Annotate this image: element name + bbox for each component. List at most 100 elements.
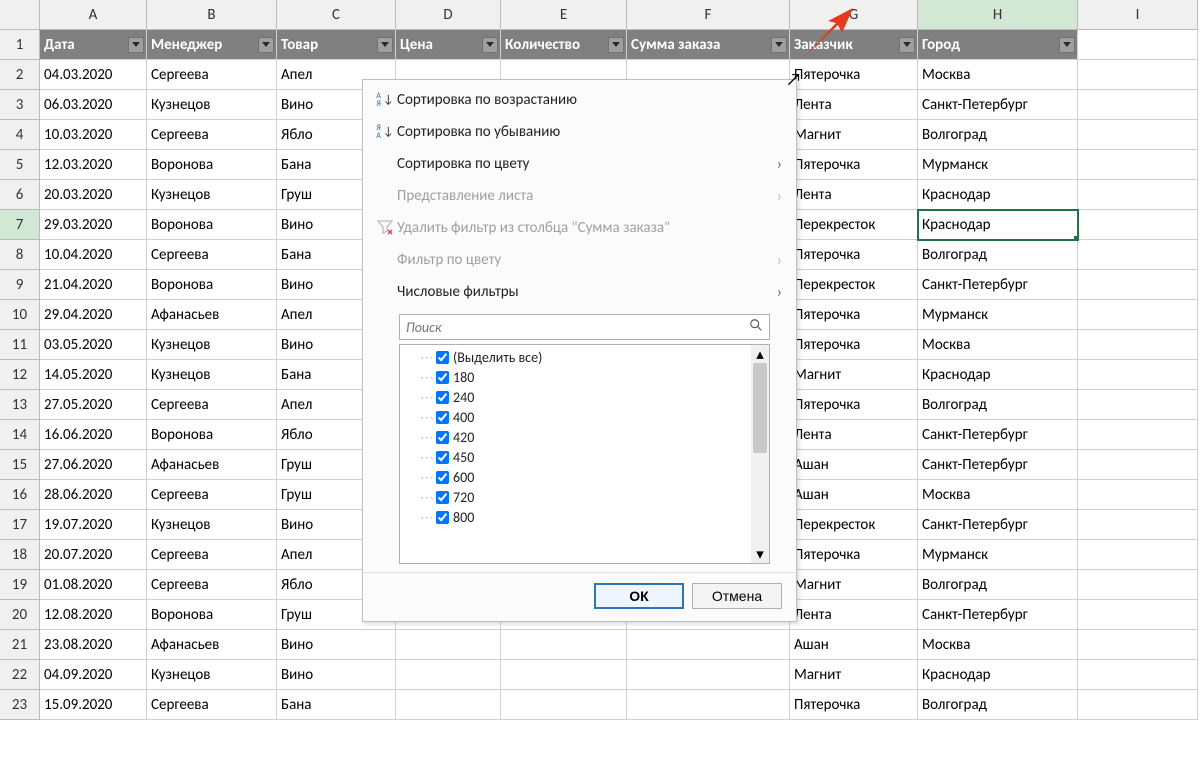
cell[interactable]: 28.06.2020 bbox=[40, 480, 147, 510]
filter-value-checkbox[interactable] bbox=[436, 391, 449, 404]
cell[interactable]: 20.07.2020 bbox=[40, 540, 147, 570]
table-header[interactable]: Дата bbox=[40, 30, 147, 60]
table-header[interactable]: Город bbox=[918, 30, 1078, 60]
cell[interactable] bbox=[1078, 360, 1198, 390]
cell[interactable] bbox=[1078, 390, 1198, 420]
cell[interactable] bbox=[1078, 150, 1198, 180]
cell[interactable]: Сергеева bbox=[147, 540, 277, 570]
cell[interactable]: 14.05.2020 bbox=[40, 360, 147, 390]
cell[interactable] bbox=[1078, 540, 1198, 570]
filter-value-item[interactable]: ⋯600 bbox=[420, 467, 769, 487]
cell[interactable]: Мурманск bbox=[918, 150, 1078, 180]
cell[interactable]: Санкт-Петербург bbox=[918, 450, 1078, 480]
cell[interactable]: Санкт-Петербург bbox=[918, 90, 1078, 120]
scroll-thumb[interactable] bbox=[753, 363, 767, 453]
cell[interactable]: 12.03.2020 bbox=[40, 150, 147, 180]
cell[interactable] bbox=[501, 690, 627, 720]
cell[interactable]: Магнит bbox=[790, 120, 918, 150]
cell[interactable] bbox=[1078, 660, 1198, 690]
filter-value-item[interactable]: ⋯450 bbox=[420, 447, 769, 467]
row-header[interactable]: 5 bbox=[0, 150, 40, 180]
cell[interactable] bbox=[1078, 30, 1198, 60]
cell[interactable]: Воронова bbox=[147, 420, 277, 450]
cell[interactable]: Воронова bbox=[147, 270, 277, 300]
cell[interactable] bbox=[1078, 330, 1198, 360]
row-header[interactable]: 19 bbox=[0, 570, 40, 600]
cell[interactable]: 12.08.2020 bbox=[40, 600, 147, 630]
cell[interactable]: Пятерочка bbox=[790, 240, 918, 270]
cell[interactable]: Пятерочка bbox=[790, 390, 918, 420]
cell[interactable] bbox=[1078, 630, 1198, 660]
cell[interactable]: Ашан bbox=[790, 450, 918, 480]
cell[interactable]: Пятерочка bbox=[790, 300, 918, 330]
cell[interactable]: Волгоград bbox=[918, 690, 1078, 720]
cell[interactable] bbox=[627, 690, 790, 720]
cell[interactable]: Санкт-Петербург bbox=[918, 600, 1078, 630]
row-header[interactable]: 15 bbox=[0, 450, 40, 480]
filter-list-scrollbar[interactable]: ▴ ▾ bbox=[751, 345, 769, 563]
cell[interactable]: Воронова bbox=[147, 150, 277, 180]
cell[interactable]: Мурманск bbox=[918, 540, 1078, 570]
cell[interactable]: Перекресток bbox=[790, 270, 918, 300]
cell[interactable]: Сергеева bbox=[147, 60, 277, 90]
cell[interactable]: Сергеева bbox=[147, 480, 277, 510]
row-header[interactable]: 9 bbox=[0, 270, 40, 300]
filter-dropdown-icon[interactable] bbox=[771, 37, 787, 53]
cell[interactable] bbox=[396, 630, 501, 660]
cell[interactable] bbox=[501, 630, 627, 660]
cell[interactable]: Пятерочка bbox=[790, 330, 918, 360]
cell[interactable]: Сергеева bbox=[147, 570, 277, 600]
cell[interactable]: 29.04.2020 bbox=[40, 300, 147, 330]
cell[interactable]: Афанасьев bbox=[147, 630, 277, 660]
cell[interactable]: Пятерочка bbox=[790, 690, 918, 720]
filter-value-checkbox[interactable] bbox=[436, 471, 449, 484]
filter-dropdown-icon[interactable] bbox=[258, 37, 274, 53]
filter-search[interactable] bbox=[399, 314, 770, 340]
column-header[interactable]: E bbox=[501, 0, 627, 30]
row-header[interactable]: 18 bbox=[0, 540, 40, 570]
cell[interactable]: 23.08.2020 bbox=[40, 630, 147, 660]
column-header[interactable]: A bbox=[40, 0, 147, 30]
cell[interactable]: 20.03.2020 bbox=[40, 180, 147, 210]
cell[interactable]: Перекресток bbox=[790, 210, 918, 240]
filter-value-checkbox[interactable] bbox=[436, 411, 449, 424]
scroll-down-icon[interactable]: ▾ bbox=[751, 545, 769, 563]
filter-value-item[interactable]: ⋯180 bbox=[420, 367, 769, 387]
cell[interactable] bbox=[1078, 420, 1198, 450]
cell[interactable]: Санкт-Петербург bbox=[918, 510, 1078, 540]
cell[interactable]: Краснодар bbox=[918, 360, 1078, 390]
cell[interactable]: Москва bbox=[918, 60, 1078, 90]
filter-value-checkbox[interactable] bbox=[436, 371, 449, 384]
cell[interactable]: Лента bbox=[790, 90, 918, 120]
filter-value-checkbox[interactable] bbox=[436, 431, 449, 444]
row-header[interactable]: 14 bbox=[0, 420, 40, 450]
cell[interactable] bbox=[1078, 570, 1198, 600]
cancel-button[interactable]: Отмена bbox=[692, 583, 782, 609]
cell[interactable]: Москва bbox=[918, 480, 1078, 510]
filter-value-checkbox[interactable] bbox=[436, 511, 449, 524]
sort-ascending[interactable]: АЯ↓ Сортировка по возрастанию bbox=[363, 84, 796, 116]
cell[interactable]: Магнит bbox=[790, 360, 918, 390]
filter-value-checkbox[interactable] bbox=[436, 451, 449, 464]
cell[interactable]: Перекресток bbox=[790, 510, 918, 540]
filter-dropdown-icon[interactable] bbox=[1059, 37, 1075, 53]
filter-value-item[interactable]: ⋯420 bbox=[420, 427, 769, 447]
cell[interactable]: Кузнецов bbox=[147, 330, 277, 360]
row-header[interactable]: 17 bbox=[0, 510, 40, 540]
column-header[interactable]: D bbox=[396, 0, 501, 30]
column-header[interactable]: B bbox=[147, 0, 277, 30]
cell[interactable]: Вино bbox=[277, 630, 396, 660]
cell[interactable] bbox=[1078, 60, 1198, 90]
cell[interactable]: Вино bbox=[277, 660, 396, 690]
cell[interactable]: 27.06.2020 bbox=[40, 450, 147, 480]
cell[interactable]: Волгоград bbox=[918, 240, 1078, 270]
row-header[interactable]: 4 bbox=[0, 120, 40, 150]
row-header[interactable]: 21 bbox=[0, 630, 40, 660]
filter-value-checkbox[interactable] bbox=[436, 351, 449, 364]
table-header[interactable]: Цена bbox=[396, 30, 501, 60]
cell[interactable] bbox=[627, 660, 790, 690]
filter-value-checkbox[interactable] bbox=[436, 491, 449, 504]
row-header[interactable]: 10 bbox=[0, 300, 40, 330]
cell[interactable]: 06.03.2020 bbox=[40, 90, 147, 120]
cell[interactable]: Краснодар bbox=[918, 660, 1078, 690]
